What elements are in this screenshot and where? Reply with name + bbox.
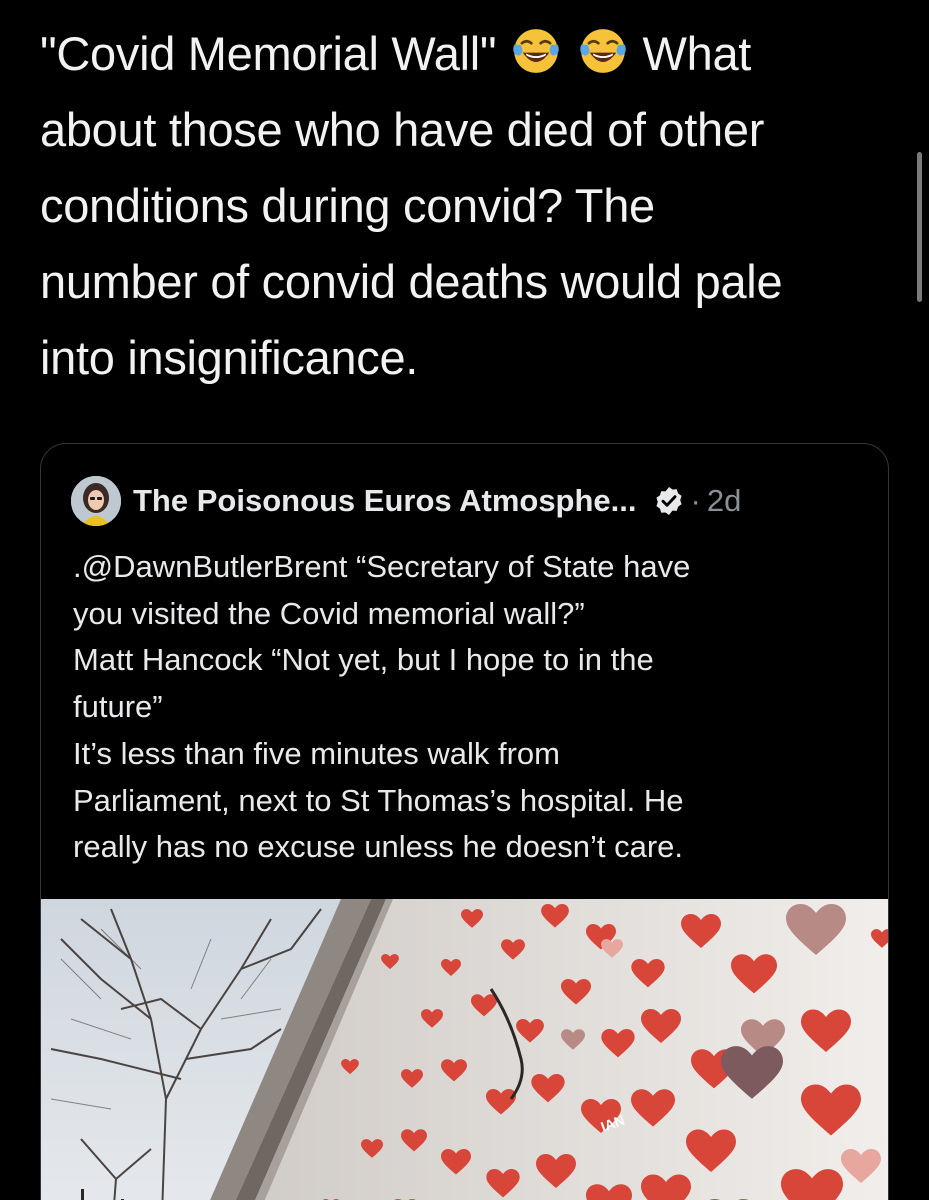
verified-badge-icon [655,487,682,515]
tweet-text-line: number of convid deaths would pale [40,255,783,308]
avatar-image [71,476,121,526]
quoted-text-line: It’s less than five minutes walk from [73,735,560,771]
quoted-text-line: you visited the Covid memorial wall?” [73,595,585,631]
quoted-text-line: Parliament, next to St Thomas’s hospital… [73,782,684,818]
tweet-text-line: "Covid Memorial Wall" [40,27,497,80]
quoted-text-line: .@DawnButlerBrent “Secretary of State ha… [73,549,691,584]
separator-dot: · [690,483,701,518]
avatar[interactable] [71,476,121,526]
quoted-author-name[interactable]: The Poisonous Euros Atmosphe... [133,483,637,519]
quoted-tweet-time[interactable]: 2d [707,483,741,519]
tweet-text-line: about those who have died of other [40,103,765,156]
tweet-text-line: into insignificance. [40,331,419,384]
quoted-text-line: future” [73,689,163,725]
scrollbar[interactable] [917,152,922,302]
quoted-tweet-header: The Poisonous Euros Atmosphe... · 2d [71,476,741,526]
tears-of-joy-emoji-icon [513,29,559,73]
tweet-text-line: conditions during convid? The [40,179,655,232]
quoted-text-line: really has no excuse unless he doesn’t c… [73,829,684,865]
memorial-wall-photo: IAN [41,899,888,1200]
quoted-tweet-text: .@DawnButlerBrent “Secretary of State ha… [73,544,863,871]
tears-of-joy-emoji-icon [580,29,626,73]
tweet-text: "Covid Memorial Wall" What about those w… [40,16,900,396]
quoted-text-line: Matt Hancock “Not yet, but I hope to in … [73,642,654,678]
quoted-tweet-card[interactable]: The Poisonous Euros Atmosphe... · 2d .@D… [40,443,889,1200]
quoted-tweet-photo[interactable]: IAN [41,899,888,1200]
tweet-screen: "Covid Memorial Wall" What about those w… [0,0,929,1200]
tweet-text-line: What [642,27,752,80]
